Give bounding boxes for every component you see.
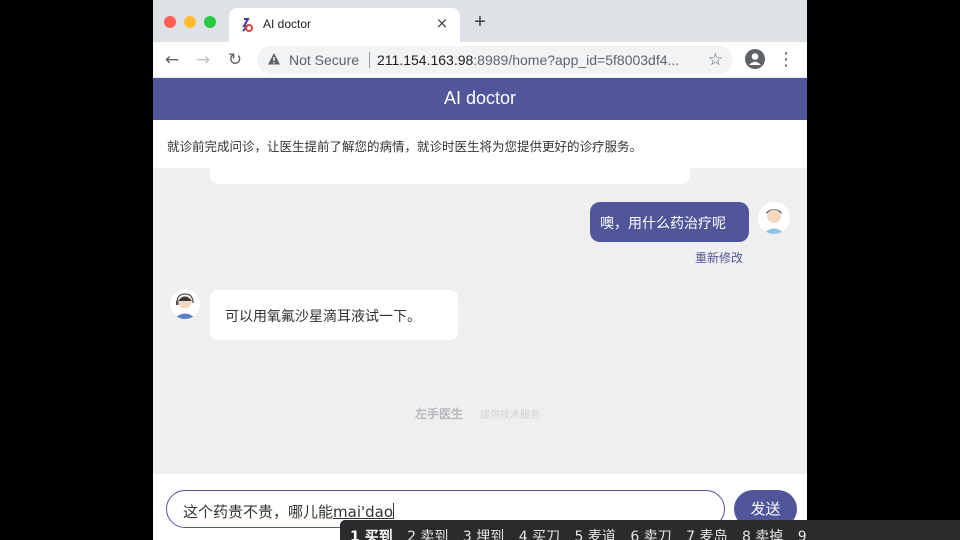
ime-candidate-bar: 1 买到 2 卖到 3 埋到 4 买刀 5 麦道 6 卖刀 7 麦岛 8 卖掉 … [340,520,960,540]
warning-icon[interactable] [267,52,281,66]
omnibox-divider [369,52,370,68]
ime-candidate[interactable]: 4 买刀 [519,526,560,540]
tab-ai-doctor[interactable]: AI doctor × [229,8,460,42]
close-window-button[interactable] [164,16,176,28]
favicon-icon [242,18,253,32]
reload-icon[interactable]: ↻ [223,48,247,72]
bot-message-bubble: 可以用氧氟沙星滴耳液试一下。 [210,290,458,340]
arrow-right-icon[interactable]: → [191,48,215,72]
ime-candidate[interactable]: 8 卖掉 [742,526,783,540]
ime-candidate[interactable]: 7 麦岛 [686,526,727,540]
ime-candidate[interactable]: 1 买到 [350,526,393,540]
ime-candidate[interactable]: 6 卖刀 [630,526,671,540]
user-message-bubble: 噢，用什么药治疗呢 [590,202,749,242]
message-input-value: 这个药贵不贵，哪儿能mai'dao [183,501,395,522]
previous-message-bubble [210,168,690,184]
notice-banner: 就诊前完成问诊，让医生提前了解您的病情，就诊时医生将为您提供更好的诊疗服务。 [153,120,807,168]
security-label[interactable]: Not Secure [289,52,359,68]
chat-area[interactable]: 噢，用什么药治疗呢 重新修改 可以用氧氟沙星滴耳液试一下。 左手医生 提供技术服… [153,168,807,474]
ime-candidate[interactable]: 5 麦道 [575,526,616,540]
app-header: AI doctor [153,78,807,120]
bot-message-text: 可以用氧氟沙星滴耳液试一下。 [225,309,421,325]
committed-text: 这个药贵不贵，哪儿能 [183,503,334,521]
page-title: AI doctor [443,88,517,108]
tab-close-icon[interactable]: × [433,14,451,32]
maximize-window-button[interactable] [204,16,216,28]
doctor-avatar [170,289,200,319]
brand-tagline: 提供技术服务 [480,410,540,421]
user-avatar-icon [763,209,785,234]
new-tab-button[interactable]: + [470,12,490,32]
user-message-text: 噢，用什么药治疗呢 [600,216,726,232]
profile-icon[interactable] [745,49,765,69]
address-bar[interactable]: Not Secure 211.154.163.98:8989/home?app_… [257,46,733,74]
doctor-headset-icon [174,293,196,319]
browser-toolbar: ← → ↻ Not Secure 211.154.163.98:8989/hom… [153,42,807,78]
text-caret [393,503,395,519]
arrow-left-icon[interactable]: ← [160,48,184,72]
url-path: :8989/home?app_id=5f8003df4... [473,52,680,68]
user-avatar [758,202,790,234]
minimize-window-button[interactable] [184,16,196,28]
url-text[interactable]: 211.154.163.98:8989/home?app_id=5f8003df… [377,52,679,68]
tab-title: AI doctor [263,17,312,31]
notice-text: 就诊前完成问诊，让医生提前了解您的病情，就诊时医生将为您提供更好的诊疗服务。 [167,139,643,154]
ime-candidate[interactable]: 9 [798,529,807,540]
edit-message-link[interactable]: 重新修改 [695,249,743,266]
url-host: 211.154.163.98 [377,52,474,68]
brand-logo: 左手医生 [415,407,464,421]
kebab-menu-icon[interactable]: ⋮ [777,48,795,72]
ime-candidate[interactable]: 2 卖到 [407,526,448,540]
ime-candidate[interactable]: 3 埋到 [463,526,504,540]
browser-window: AI doctor × + ← → ↻ Not Secure 211.154.1… [153,0,807,540]
ime-composing-text: mai'dao [333,503,394,521]
star-icon[interactable]: ☆ [708,50,723,70]
tab-strip: AI doctor × + [153,0,807,42]
